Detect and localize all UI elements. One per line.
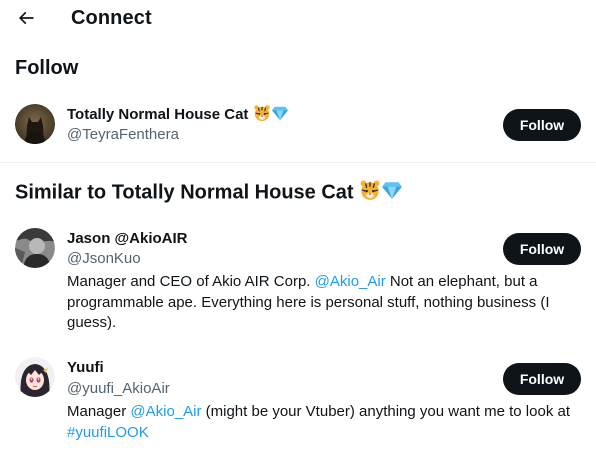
bio-line: Manager @Akio_Air (might be your Vtuber)… — [67, 402, 587, 423]
bio-line: Manager and CEO of Akio AIR Corp. @Akio_… — [67, 272, 587, 293]
avatar[interactable] — [15, 357, 55, 397]
bio-text: Manager — [67, 403, 131, 420]
tiger-face-icon — [253, 104, 271, 126]
user-handle[interactable]: @JsonKuo — [67, 250, 141, 267]
top-bar: Connect — [0, 0, 596, 36]
bio-line: programmable ape. Everything here is per… — [67, 293, 550, 311]
back-button[interactable] — [12, 4, 40, 32]
bio-line: guess). — [67, 314, 117, 331]
user-name[interactable]: Jason @AkioAIR — [67, 230, 187, 247]
page-title: Connect — [71, 7, 152, 29]
similar-section-title: Similar to Totally Normal House Cat — [15, 179, 403, 207]
bio-text: Manager and CEO of Akio AIR Corp. — [67, 273, 315, 290]
avatar[interactable] — [15, 104, 55, 144]
bio-line: #yuufiLOOK — [67, 423, 587, 444]
similar-section-title-text: Similar to Totally Normal House Cat — [15, 181, 354, 204]
user-handle[interactable]: @TeyraFenthera — [67, 126, 179, 143]
user-name[interactable]: Totally Normal House Cat — [67, 104, 289, 126]
user-name-text: Totally Normal House Cat — [67, 105, 249, 123]
follow-button[interactable]: Follow — [503, 233, 581, 265]
divider — [0, 162, 596, 163]
mention-link[interactable]: @Akio_Air — [130, 403, 201, 420]
person-photo-avatar-icon — [15, 228, 55, 268]
bio-text: (might be your Vtuber) anything you want… — [201, 403, 570, 420]
user-bio: Manager @Akio_Air (might be your Vtuber)… — [67, 402, 587, 443]
follow-button[interactable]: Follow — [503, 363, 581, 395]
tiger-face-icon — [359, 179, 381, 207]
mention-link[interactable]: @Akio_Air — [315, 273, 386, 290]
arrow-left-icon — [18, 11, 34, 25]
cat-silhouette-avatar-icon — [15, 104, 55, 144]
avatar[interactable] — [15, 228, 55, 268]
follow-button[interactable]: Follow — [503, 109, 581, 141]
hashtag-link[interactable]: #yuufiLOOK — [67, 424, 149, 441]
gem-icon — [381, 180, 403, 206]
user-name[interactable]: Yuufi — [67, 359, 104, 376]
gem-icon — [271, 105, 289, 125]
follow-section-title: Follow — [15, 57, 79, 79]
bio-text: Not an elephant, but a — [385, 273, 538, 290]
user-bio: Manager and CEO of Akio AIR Corp. @Akio_… — [67, 272, 587, 334]
user-handle[interactable]: @yuufi_AkioAir — [67, 380, 170, 397]
anime-character-avatar-icon — [15, 357, 55, 397]
